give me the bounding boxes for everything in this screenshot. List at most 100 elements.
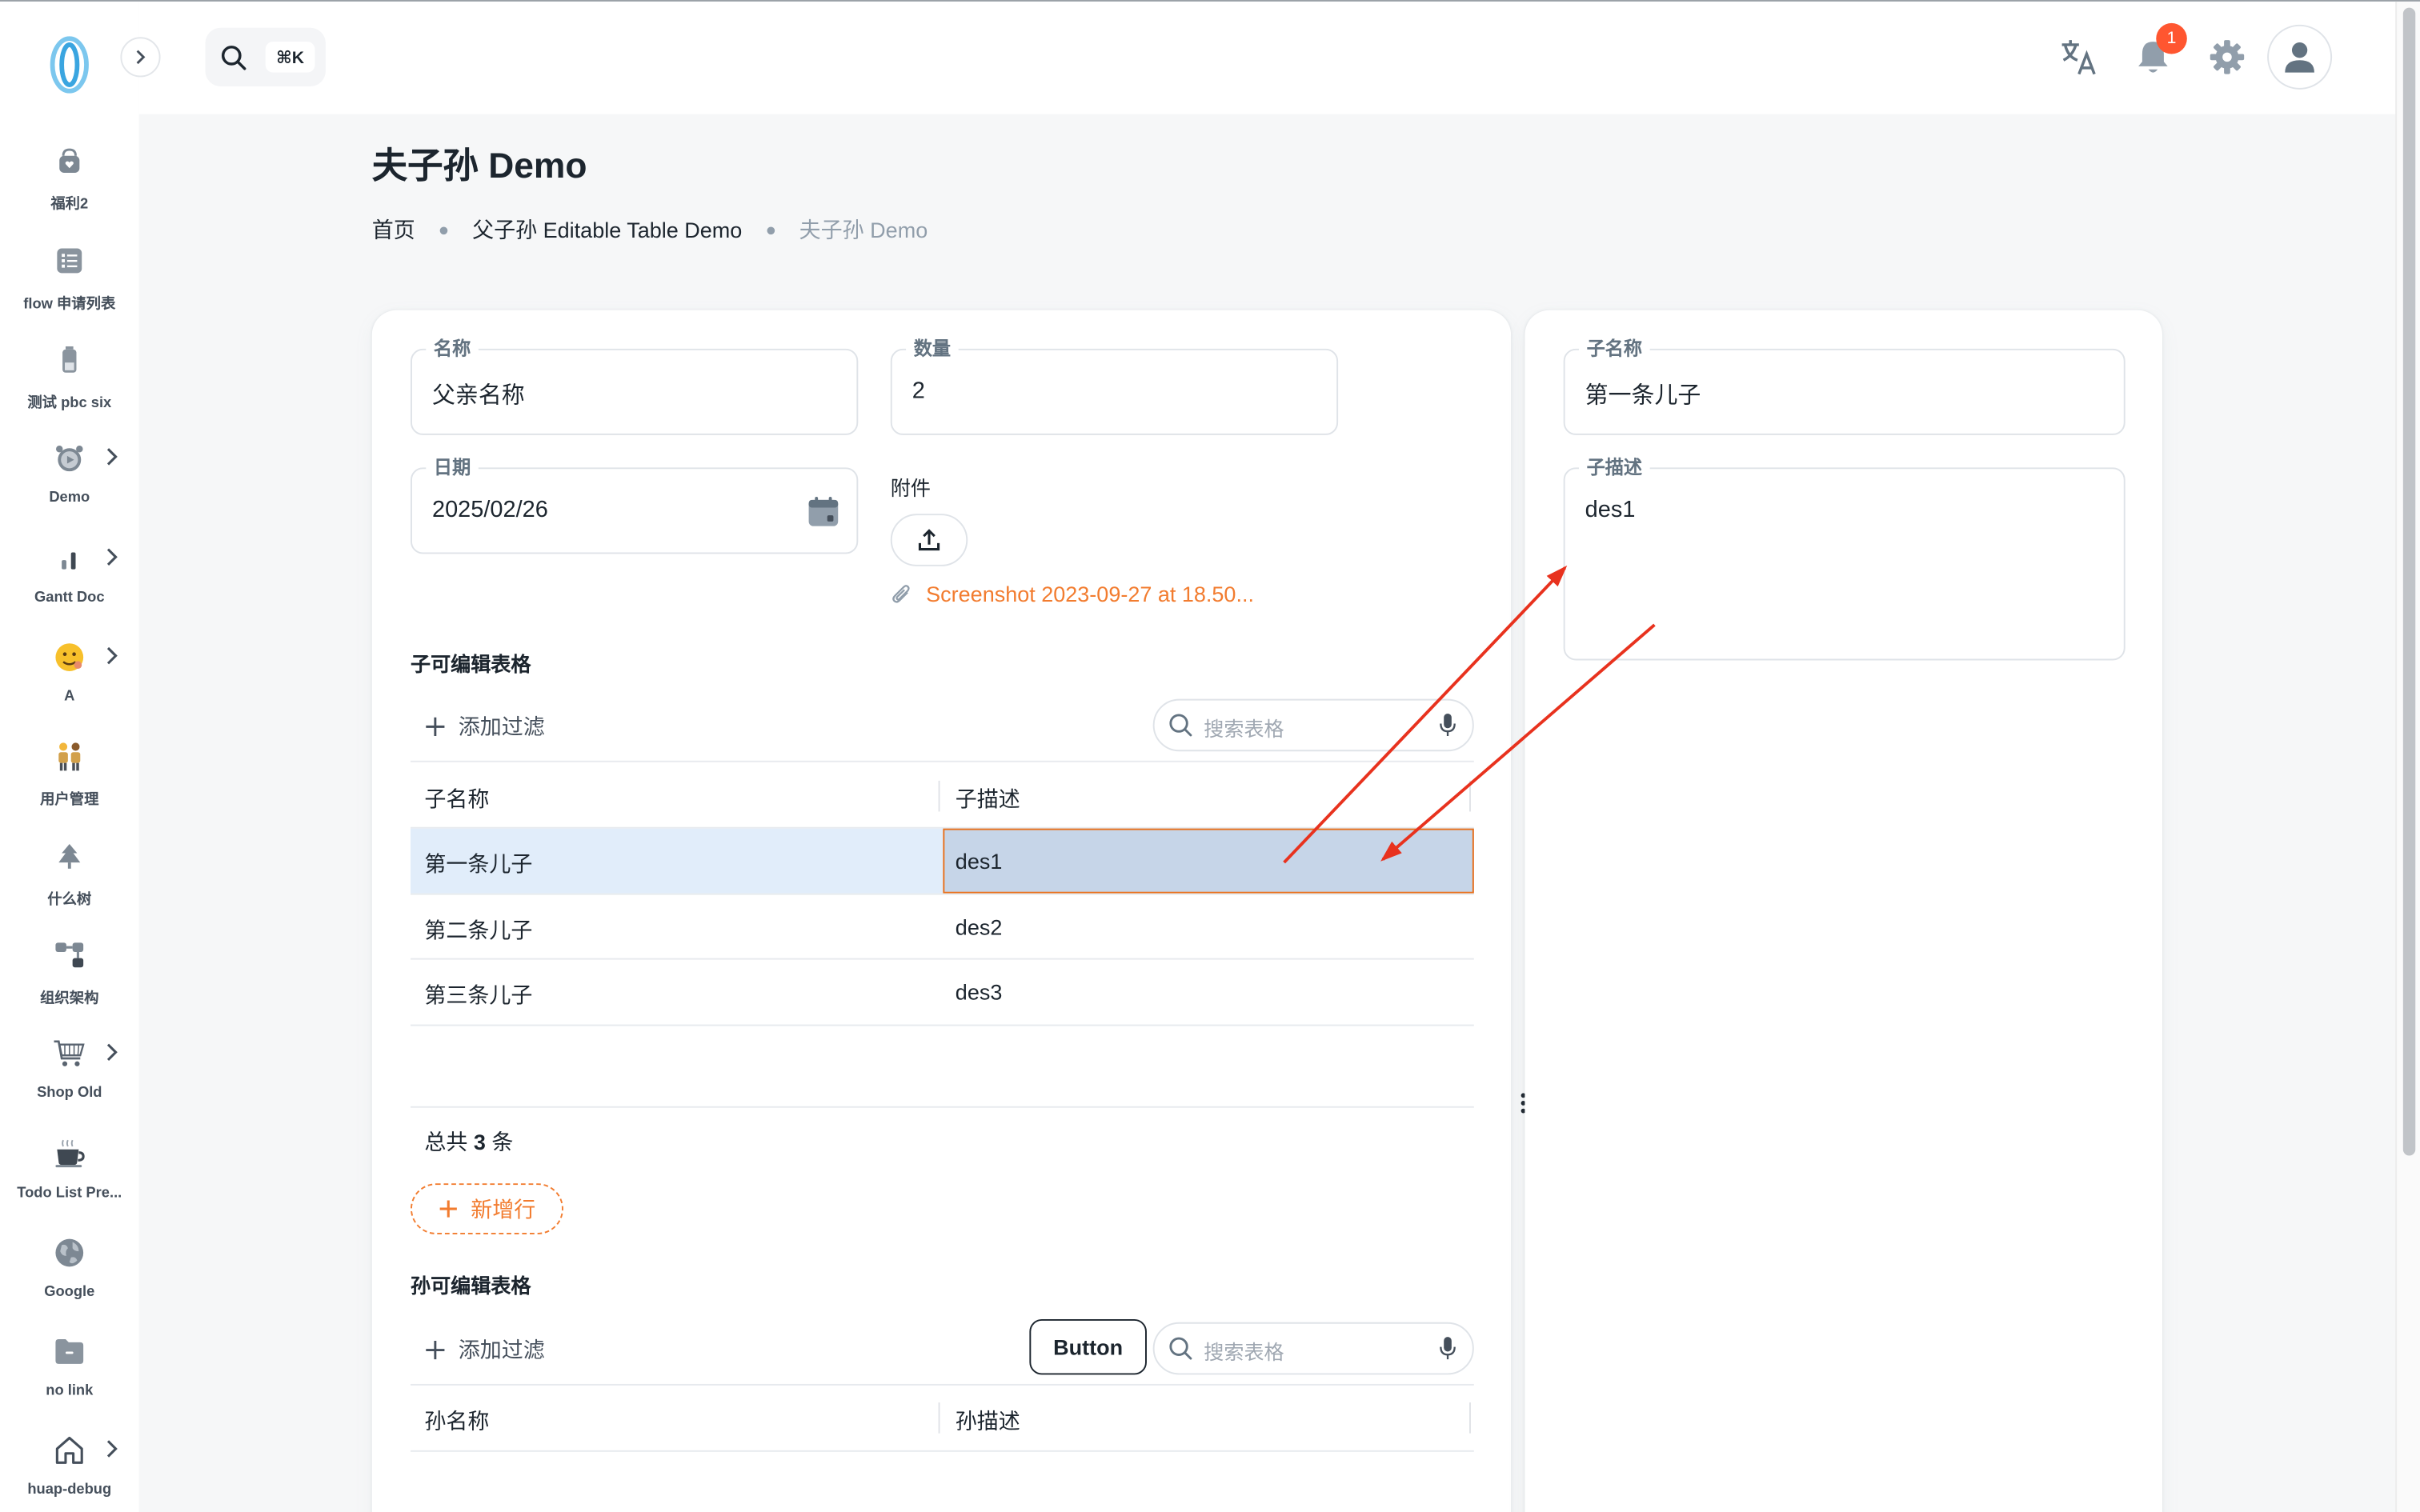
column-separator[interactable] bbox=[1469, 1402, 1471, 1434]
grandchild-table-top-border bbox=[411, 1383, 1474, 1386]
sidebar-collapse-button[interactable] bbox=[120, 37, 161, 78]
notification-count-badge: 1 bbox=[2156, 22, 2187, 54]
column-separator[interactable] bbox=[938, 780, 940, 812]
sidebar-item-google[interactable]: Google bbox=[0, 1234, 139, 1327]
plus-icon bbox=[426, 717, 445, 736]
table-cell-selected[interactable] bbox=[943, 828, 1474, 894]
breadcrumb-editable-table-demo-link[interactable]: 父子孙 Editable Table Demo bbox=[472, 214, 742, 246]
child-table-search-input[interactable]: 搜索表格 bbox=[1152, 698, 1474, 752]
plus-icon bbox=[439, 1200, 457, 1218]
search-icon bbox=[1169, 1337, 1192, 1360]
calendar-icon[interactable] bbox=[807, 495, 840, 528]
sidebar-item-a[interactable]: A bbox=[0, 638, 139, 731]
sidebar-item-welfare2[interactable]: 福利2 bbox=[0, 142, 139, 234]
name-field-label: 名称 bbox=[426, 336, 479, 362]
sidebar-item-demo[interactable]: Demo bbox=[0, 440, 139, 533]
date-field-label: 日期 bbox=[426, 454, 479, 480]
emoji-face-icon bbox=[51, 638, 88, 675]
upload-button[interactable] bbox=[890, 514, 968, 566]
sidebar-item-shop-old[interactable]: Shop Old bbox=[0, 1035, 139, 1128]
page-scrollbar[interactable] bbox=[2395, 1, 2420, 1512]
grandchild-add-filter-button[interactable]: 添加过滤 bbox=[424, 1334, 545, 1366]
gear-icon[interactable] bbox=[2207, 37, 2247, 77]
table-cell[interactable]: des2 bbox=[956, 915, 1003, 940]
search-icon bbox=[1169, 714, 1192, 737]
child-add-filter-label: 添加过滤 bbox=[458, 714, 545, 739]
sidebar-item-no-link[interactable]: no link bbox=[0, 1333, 139, 1426]
sidebar-item-user-management[interactable]: 用户管理 bbox=[0, 738, 139, 830]
total-count: 3 bbox=[473, 1129, 486, 1154]
sidebar-item-org-structure[interactable]: 组织架构 bbox=[0, 937, 139, 1030]
sidebar-item-gantt-doc[interactable]: Gantt Doc bbox=[0, 540, 139, 633]
sidebar: 福利2 flow 申请列表 测试 pbc six Demo Gantt Doc … bbox=[0, 1, 139, 1512]
microphone-icon[interactable] bbox=[1438, 1336, 1456, 1361]
shopping-cart-icon bbox=[51, 1035, 88, 1072]
table-cell[interactable]: des3 bbox=[956, 980, 1003, 1005]
row-divider bbox=[411, 893, 1474, 895]
child-desc-field[interactable]: 子描述 des1 bbox=[1563, 454, 2126, 661]
breadcrumb-separator bbox=[439, 226, 448, 234]
breadcrumb-current: 夫子孙 Demo bbox=[799, 217, 928, 242]
total-prefix: 总共 bbox=[424, 1129, 468, 1154]
grandchild-col-header-desc[interactable]: 孙描述 bbox=[956, 1406, 1020, 1437]
sidebar-item-what-tree[interactable]: 什么树 bbox=[0, 838, 139, 930]
breadcrumb-separator bbox=[767, 226, 775, 234]
table-cell[interactable]: 第三条儿子 bbox=[424, 980, 532, 1011]
name-field-value: 父亲名称 bbox=[432, 382, 525, 410]
sidebar-item-huap-debug[interactable]: huap-debug bbox=[0, 1432, 139, 1512]
attachment-file-link[interactable]: Screenshot 2023-09-27 at 18.50... bbox=[891, 582, 1254, 606]
translate-icon[interactable] bbox=[2059, 37, 2099, 77]
total-suffix: 条 bbox=[491, 1129, 514, 1154]
child-name-field-label: 子名称 bbox=[1578, 336, 1650, 362]
list-icon bbox=[51, 242, 88, 279]
child-table-footer-border bbox=[411, 1106, 1474, 1108]
quantity-field-value: 2 bbox=[912, 378, 925, 405]
grandchild-table-search-input[interactable]: 搜索表格 bbox=[1152, 1322, 1474, 1375]
sidebar-item-todo-list-pre[interactable]: Todo List Pre... bbox=[0, 1135, 139, 1228]
page-title: 夫子孙 Demo bbox=[371, 145, 587, 186]
child-add-filter-button[interactable]: 添加过滤 bbox=[424, 711, 545, 742]
breadcrumb: 首页 父子孙 Editable Table Demo 夫子孙 Demo bbox=[372, 213, 928, 246]
search-icon bbox=[221, 46, 246, 70]
chevron-right-icon[interactable] bbox=[102, 1438, 120, 1459]
child-table-total: 总共 3 条 bbox=[424, 1126, 513, 1158]
grandchild-col-header-name[interactable]: 孙名称 bbox=[424, 1406, 489, 1437]
name-field[interactable]: 名称 父亲名称 bbox=[411, 336, 859, 435]
chevron-right-icon[interactable] bbox=[102, 546, 120, 568]
search-shortcut-badge: ⌘K bbox=[265, 42, 315, 73]
child-name-field[interactable]: 子名称 第一条儿子 bbox=[1563, 336, 2126, 435]
grandchild-toolbar-button[interactable]: Button bbox=[1029, 1318, 1147, 1375]
grandchild-add-filter-label: 添加过滤 bbox=[458, 1338, 545, 1362]
bar-chart-icon bbox=[51, 540, 88, 577]
table-cell[interactable]: 第一条儿子 bbox=[424, 849, 532, 880]
chevron-right-icon[interactable] bbox=[102, 446, 120, 467]
sidebar-item-test-pbc-six[interactable]: 测试 pbc six bbox=[0, 341, 139, 434]
child-table-top-border bbox=[411, 760, 1474, 762]
add-row-button[interactable]: 新增行 bbox=[411, 1183, 563, 1234]
child-col-header-name[interactable]: 子名称 bbox=[424, 784, 489, 815]
globe-icon bbox=[51, 1234, 88, 1271]
chevron-right-icon[interactable] bbox=[102, 1042, 120, 1063]
child-desc-field-label: 子描述 bbox=[1578, 454, 1650, 480]
date-field[interactable]: 日期 2025/02/26 bbox=[411, 454, 859, 554]
child-col-header-desc[interactable]: 子描述 bbox=[956, 784, 1020, 815]
attachment-file-name: Screenshot 2023-09-27 at 18.50... bbox=[926, 582, 1254, 606]
chevron-right-icon[interactable] bbox=[102, 645, 120, 666]
home-icon bbox=[51, 1432, 88, 1469]
app-logo-icon[interactable] bbox=[48, 35, 91, 94]
add-row-label: 新增行 bbox=[471, 1196, 536, 1222]
quantity-field[interactable]: 数量 2 bbox=[890, 336, 1339, 435]
column-separator[interactable] bbox=[1469, 780, 1471, 812]
scrollbar-thumb[interactable] bbox=[2402, 7, 2416, 1156]
table-cell[interactable]: des1 bbox=[956, 849, 1003, 874]
grandchild-table-title: 孙可编辑表格 bbox=[411, 1274, 531, 1298]
user-avatar-button[interactable] bbox=[2267, 24, 2333, 90]
microphone-icon[interactable] bbox=[1438, 713, 1456, 738]
sidebar-item-flow-list[interactable]: flow 申请列表 bbox=[0, 242, 139, 335]
breadcrumb-home-link[interactable]: 首页 bbox=[372, 214, 415, 246]
child-name-field-value: 第一条儿子 bbox=[1585, 382, 1701, 410]
column-separator[interactable] bbox=[938, 1402, 940, 1434]
child-desc-field-value: des1 bbox=[1585, 497, 1636, 523]
table-cell[interactable]: 第二条儿子 bbox=[424, 915, 532, 946]
attachment-label: 附件 bbox=[890, 476, 931, 500]
